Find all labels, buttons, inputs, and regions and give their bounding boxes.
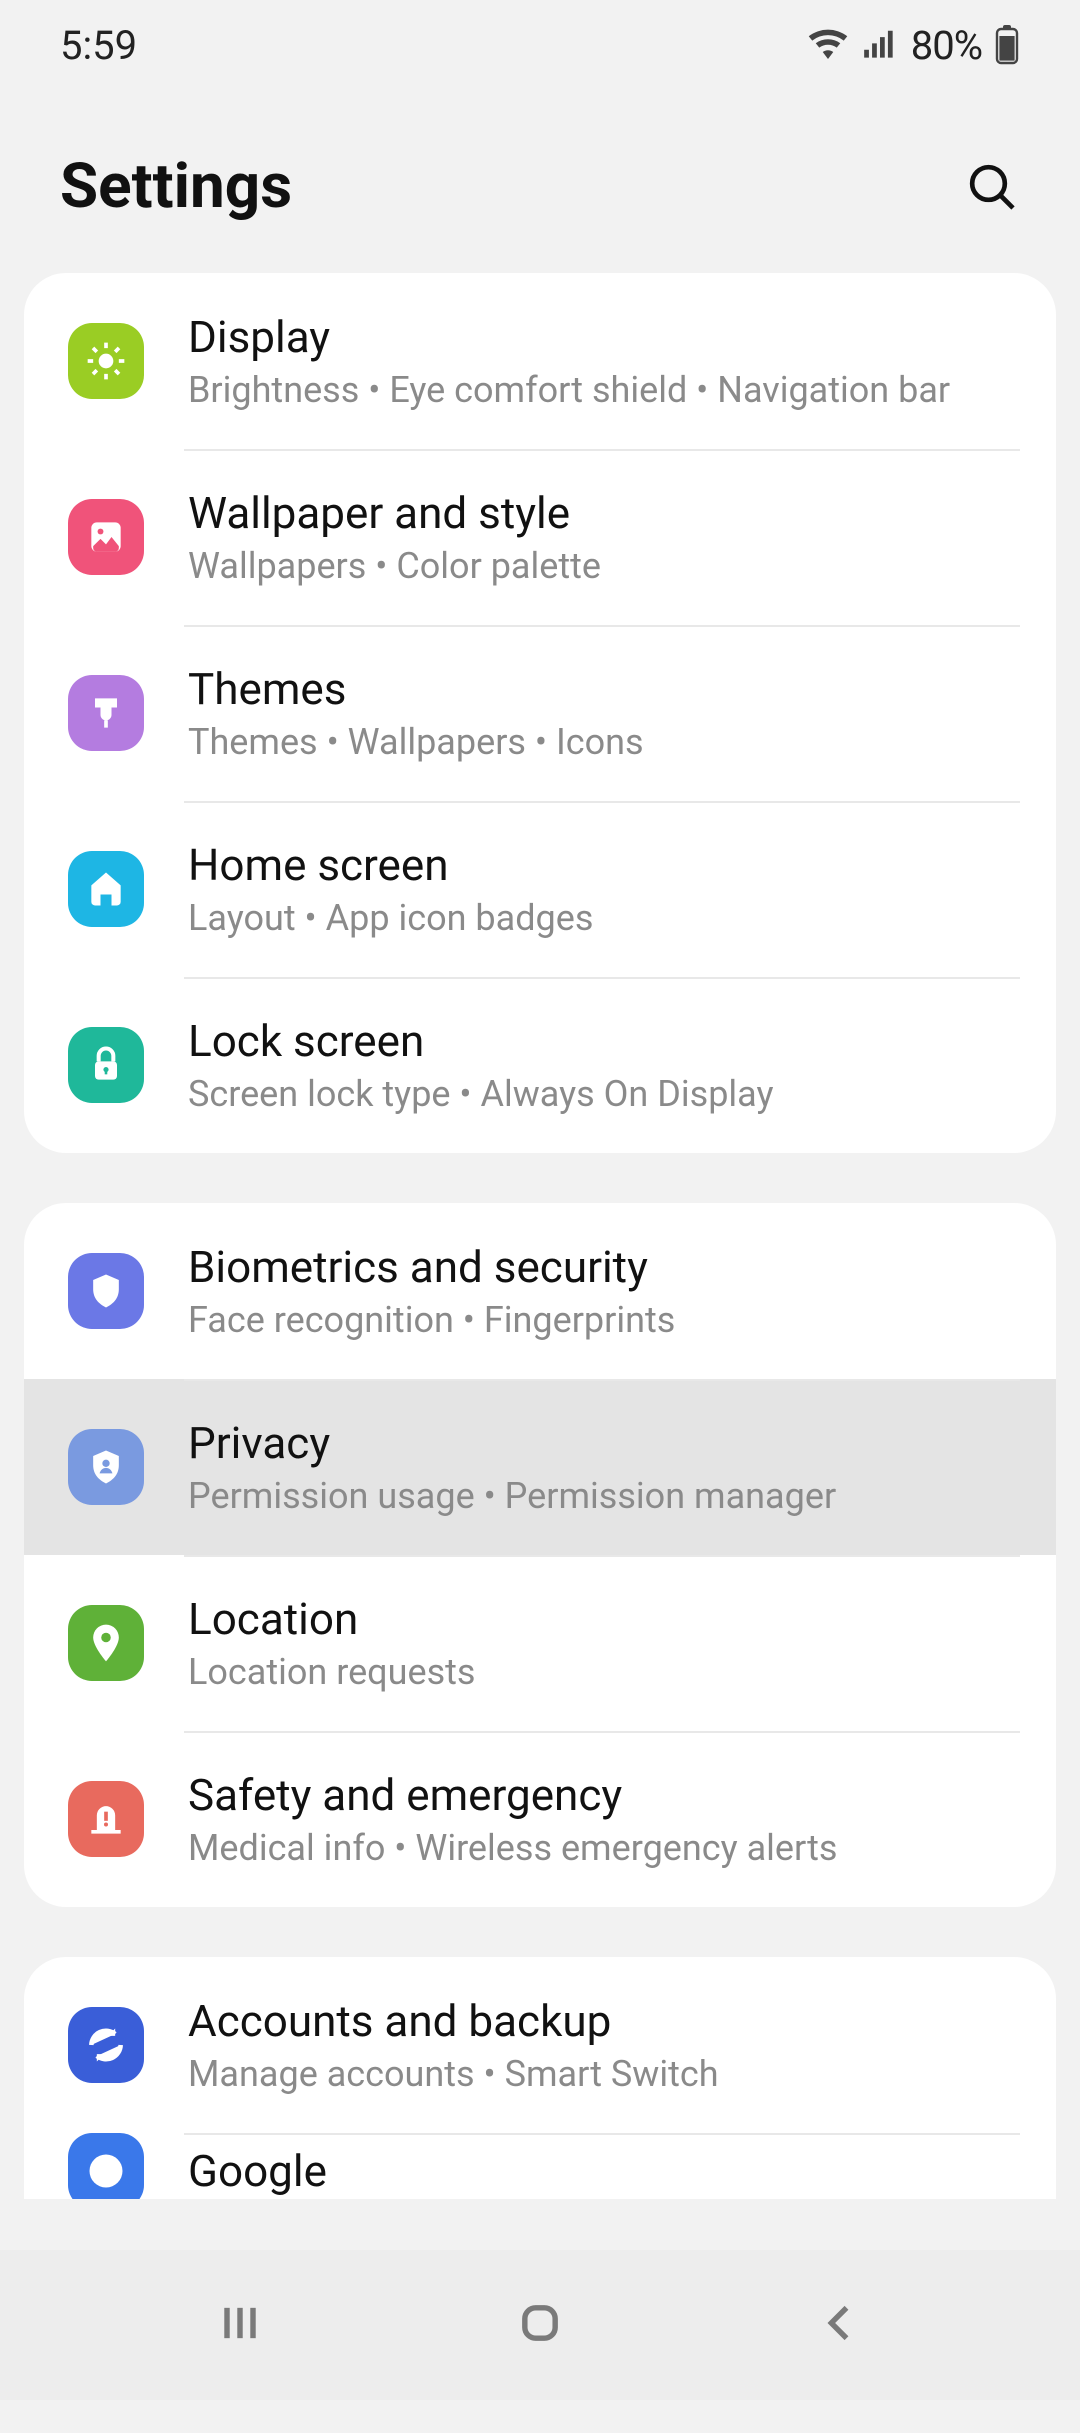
brush-icon [68,675,144,751]
home-icon [68,851,144,927]
item-sub: Permission usage • Permission manager [188,1475,836,1517]
settings-item-lock[interactable]: Lock screen Screen lock type • Always On… [24,977,1056,1153]
settings-group: Accounts and backup Manage accounts • Sm… [24,1957,1056,2199]
settings-item-themes[interactable]: Themes Themes • Wallpapers • Icons [24,625,1056,801]
sun-icon [68,323,144,399]
settings-group: Display Brightness • Eye comfort shield … [24,273,1056,1153]
header: Settings [0,90,1080,273]
home-button[interactable] [514,2297,566,2353]
pin-icon [68,1605,144,1681]
settings-item-accounts[interactable]: Accounts and backup Manage accounts • Sm… [24,1957,1056,2133]
settings-item-home[interactable]: Home screen Layout • App icon badges [24,801,1056,977]
search-button[interactable] [964,159,1020,215]
settings-item-privacy[interactable]: Privacy Permission usage • Permission ma… [24,1379,1056,1555]
status-time: 5:59 [60,22,137,69]
item-sub: Themes • Wallpapers • Icons [188,721,644,763]
item-sub: Medical info • Wireless emergency alerts [188,1827,837,1869]
item-sub: Manage accounts • Smart Switch [188,2053,719,2095]
item-sub: Brightness • Eye comfort shield • Naviga… [188,369,950,411]
settings-item-display[interactable]: Display Brightness • Eye comfort shield … [24,273,1056,449]
siren-icon [68,1781,144,1857]
item-title: Home screen [188,839,593,891]
image-icon [68,499,144,575]
sync-icon [68,2007,144,2083]
item-title: Themes [188,663,644,715]
item-title: Safety and emergency [188,1769,837,1821]
settings-item-safety[interactable]: Safety and emergency Medical info • Wire… [24,1731,1056,1907]
settings-list[interactable]: Display Brightness • Eye comfort shield … [0,273,1080,2433]
search-icon [964,159,1020,215]
nav-bar [0,2250,1080,2400]
battery-percent: 80% [911,22,982,69]
page-title: Settings [60,150,292,223]
shield-person-icon [68,1429,144,1505]
settings-group: Biometrics and security Face recognition… [24,1203,1056,1907]
item-title: Biometrics and security [188,1241,675,1293]
item-sub: Layout • App icon badges [188,897,593,939]
shield-icon [68,1253,144,1329]
item-title: Privacy [188,1417,836,1469]
item-title: Location [188,1593,476,1645]
settings-item-biometrics[interactable]: Biometrics and security Face recognition… [24,1203,1056,1379]
item-title: Wallpaper and style [188,487,601,539]
status-icons: 80% [807,22,1020,69]
signal-icon [861,26,899,64]
item-sub: Wallpapers • Color palette [188,545,601,587]
battery-icon [994,25,1020,65]
item-title: Accounts and backup [188,1995,719,2047]
settings-item-location[interactable]: Location Location requests [24,1555,1056,1731]
google-icon [68,2133,144,2199]
lock-icon [68,1027,144,1103]
item-sub: Face recognition • Fingerprints [188,1299,675,1341]
item-title: Display [188,311,950,363]
status-bar: 5:59 80% [0,0,1080,90]
item-title: Lock screen [188,1015,774,1067]
item-sub: Location requests [188,1651,476,1693]
item-title: Google [188,2145,327,2197]
settings-item-google[interactable]: Google [24,2133,1056,2199]
recents-button[interactable] [214,2297,266,2353]
item-sub: Screen lock type • Always On Display [188,1073,774,1115]
back-button[interactable] [814,2297,866,2353]
wifi-icon [807,24,849,66]
settings-item-wallpaper[interactable]: Wallpaper and style Wallpapers • Color p… [24,449,1056,625]
